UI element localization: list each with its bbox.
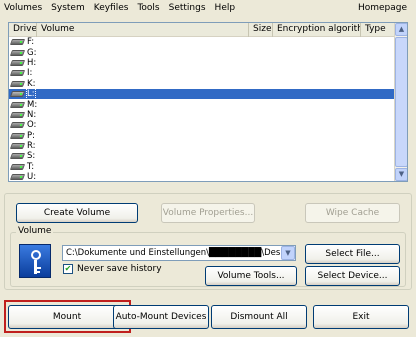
hard-drive-icon xyxy=(9,132,26,139)
menu-system[interactable]: System xyxy=(47,1,90,15)
drive-row[interactable]: R: xyxy=(9,141,395,151)
volume-properties-button[interactable]: Volume Properties... xyxy=(161,203,255,223)
never-save-history-label: Never save history xyxy=(77,264,162,274)
volume-tools-button[interactable]: Volume Tools... xyxy=(205,266,297,286)
menu-keyfiles[interactable]: Keyfiles xyxy=(90,1,134,15)
drive-row[interactable]: P: xyxy=(9,131,395,141)
drive-letter: G: xyxy=(27,47,37,58)
drive-letter: R: xyxy=(27,141,36,152)
drive-row[interactable]: N: xyxy=(9,110,395,120)
create-volume-button[interactable]: Create Volume xyxy=(16,203,138,223)
menu-volumes[interactable]: Volumes xyxy=(0,1,47,15)
hard-drive-icon xyxy=(9,163,26,170)
drive-row[interactable]: S: xyxy=(9,151,395,161)
drive-letter: S: xyxy=(27,151,36,162)
volume-path-value: C:\Dokumente und Einstellungen\████████\… xyxy=(66,248,295,258)
drive-letter: F: xyxy=(27,37,35,48)
hard-drive-icon xyxy=(9,80,26,87)
never-save-history-checkbox[interactable]: ✔ Never save history xyxy=(63,264,162,274)
column-header-drive[interactable]: Drive xyxy=(9,23,37,37)
exit-button[interactable]: Exit xyxy=(313,305,409,329)
chevron-down-icon[interactable]: ▼ xyxy=(281,246,295,260)
drive-letter: M: xyxy=(27,99,38,110)
drive-row[interactable]: M: xyxy=(9,99,395,110)
drive-row[interactable]: F: xyxy=(9,37,395,47)
list-header: Drive Volume Size Encryption algorithm T… xyxy=(9,23,395,37)
hard-drive-icon xyxy=(9,122,26,129)
drive-row[interactable]: L: xyxy=(9,88,395,101)
hard-drive-icon xyxy=(9,49,26,56)
drive-letter: N: xyxy=(27,109,37,120)
menu-settings[interactable]: Settings xyxy=(165,1,211,15)
hard-drive-icon xyxy=(9,39,26,46)
drive-letter: P: xyxy=(27,130,35,141)
drive-letter: I: xyxy=(27,68,33,79)
menu-help[interactable]: Help xyxy=(211,1,241,15)
hard-drive-icon xyxy=(9,70,26,77)
column-header-size[interactable]: Size xyxy=(249,23,273,37)
menu-tools[interactable]: Tools xyxy=(133,1,164,15)
drive-row[interactable]: I: xyxy=(9,68,395,78)
drive-row[interactable]: H: xyxy=(9,58,395,68)
drive-row[interactable]: U: xyxy=(9,172,395,182)
hard-drive-icon xyxy=(9,101,26,108)
mount-button[interactable]: Mount xyxy=(8,305,126,329)
hard-drive-icon xyxy=(9,111,26,118)
hard-drive-icon xyxy=(9,59,26,66)
select-file-button[interactable]: Select File... xyxy=(305,244,400,264)
menu-bar: Volumes System Keyfiles Tools Settings Help Ho… xyxy=(0,0,416,16)
vertical-scrollbar[interactable]: ▲ ▼ xyxy=(394,23,407,181)
drive-letter: H: xyxy=(27,57,37,68)
auto-mount-devices-button[interactable]: Auto-Mount Devices xyxy=(113,305,209,329)
hard-drive-icon xyxy=(9,153,26,160)
scrollbar-thumb[interactable] xyxy=(395,37,407,167)
truecrypt-logo-icon xyxy=(19,244,51,278)
column-header-encryption-algorithm[interactable]: Encryption algorithm xyxy=(273,23,361,37)
hard-drive-icon xyxy=(9,143,26,150)
drive-rows: F: G: H: I: K: L: M: N: O: P: R: S: T: U: xyxy=(9,37,395,182)
column-header-type[interactable]: Type xyxy=(361,23,395,37)
drive-letter: O: xyxy=(27,120,37,131)
drive-letter: U: xyxy=(27,172,37,182)
dismount-all-button[interactable]: Dismount All xyxy=(211,305,307,329)
drive-row[interactable]: G: xyxy=(9,47,395,58)
column-header-volume[interactable]: Volume xyxy=(37,23,249,37)
hard-drive-icon xyxy=(9,174,26,181)
drive-list[interactable]: Drive Volume Size Encryption algorithm T… xyxy=(8,22,408,182)
hard-drive-icon xyxy=(9,91,26,98)
volume-group-label: Volume xyxy=(16,226,54,236)
menu-homepage[interactable]: Homepage xyxy=(354,1,412,15)
scroll-down-arrow-icon[interactable]: ▼ xyxy=(395,168,407,181)
drive-letter: L: xyxy=(26,88,36,101)
wipe-cache-button[interactable]: Wipe Cache xyxy=(305,203,400,223)
check-icon[interactable]: ✔ xyxy=(63,264,73,274)
volume-path-combobox[interactable]: C:\Dokumente und Einstellungen\████████\… xyxy=(62,245,296,261)
drive-row[interactable]: O: xyxy=(9,120,395,130)
drive-letter: K: xyxy=(27,78,36,89)
scroll-up-arrow-icon[interactable]: ▲ xyxy=(395,23,407,36)
drive-letter: T: xyxy=(27,161,35,172)
drive-row[interactable]: K: xyxy=(9,79,395,89)
select-device-button[interactable]: Select Device... xyxy=(305,266,400,286)
drive-row[interactable]: T: xyxy=(9,162,395,172)
